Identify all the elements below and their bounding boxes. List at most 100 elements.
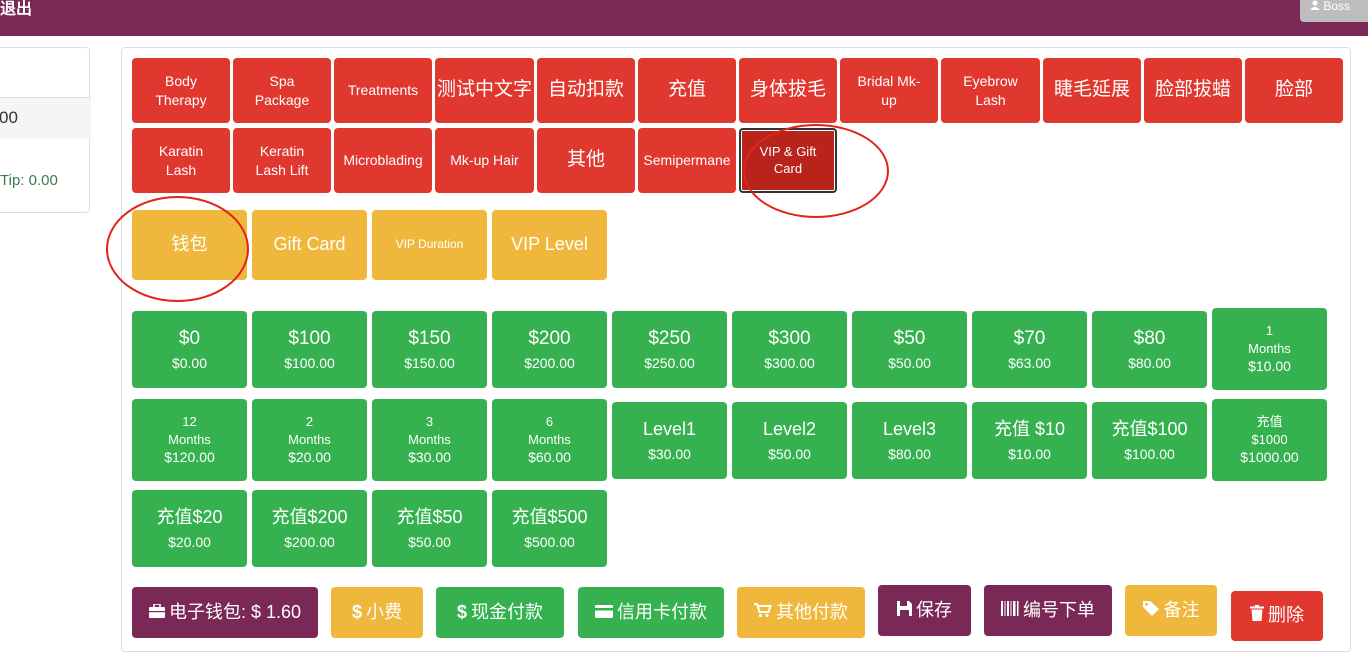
trash-icon [1250, 604, 1264, 627]
item-button[interactable]: $0 $0.00 [132, 311, 247, 388]
briefcase-icon [148, 601, 165, 624]
item-button[interactable]: $200 $200.00 [492, 311, 607, 388]
item-name: Level1 [642, 419, 697, 440]
tip-button[interactable]: $ 小费 [331, 587, 423, 638]
dollar-icon: $ [456, 601, 467, 622]
item-button[interactable]: 充值$200 $200.00 [252, 490, 367, 567]
item-name-line2: $1000 [1251, 431, 1288, 447]
wallet-balance-label: 电子钱包: $ 1.60 [168, 601, 302, 622]
item-name: $0 [178, 327, 201, 349]
item-name: 充值$50 [396, 507, 463, 528]
category-label: Treatments [347, 82, 419, 99]
item-price: $200.00 [284, 533, 335, 550]
item-price: $50.00 [768, 445, 811, 462]
category-button[interactable]: 脸部拔蜡 [1144, 58, 1242, 123]
save-label: 保存 [916, 599, 952, 620]
category-button[interactable]: 其他 [537, 128, 635, 193]
item-name: 充值$20 [156, 507, 223, 528]
item-button[interactable]: $50 $50.00 [852, 311, 967, 388]
top-bar: 退出 [0, 0, 1368, 36]
credit-card-icon [595, 601, 613, 624]
category-button[interactable]: Keratin Lash Lift [233, 128, 331, 193]
item-button[interactable]: $80 $80.00 [1092, 311, 1207, 388]
category-button[interactable]: Microblading [334, 128, 432, 193]
user-icon [1310, 0, 1320, 10]
item-price: $30.00 [648, 445, 691, 462]
item-name-line2: Months [168, 431, 211, 447]
category-button[interactable]: Karatin Lash [132, 128, 230, 193]
user-name: Boss [1323, 0, 1351, 13]
category-button[interactable]: Semipermane [638, 128, 736, 193]
item-button[interactable]: 2 Months $20.00 [252, 399, 367, 481]
category-label: 测试中文字 [436, 79, 532, 101]
item-button[interactable]: $70 $63.00 [972, 311, 1087, 388]
item-button[interactable]: Level3 $80.00 [852, 402, 967, 479]
category-button[interactable]: 自动扣款 [537, 58, 635, 123]
category-label: Keratin Lash Lift [255, 143, 309, 178]
item-name-line2: Months [288, 431, 331, 447]
credit-card-payment-button[interactable]: 信用卡付款 [578, 587, 724, 638]
category-label: Eyebrow Lash [963, 73, 1018, 108]
category-label: Bridal Mk-up [857, 73, 921, 108]
item-button[interactable]: 1 Months $10.00 [1212, 308, 1327, 390]
item-price: $300.00 [764, 355, 815, 372]
item-price: $50.00 [408, 533, 451, 550]
item-button[interactable]: 充值$20 $20.00 [132, 490, 247, 567]
item-button[interactable]: Level1 $30.00 [612, 402, 727, 479]
note-button[interactable]: 备注 [1125, 585, 1217, 636]
item-button[interactable]: 充值 $10 $10.00 [972, 402, 1087, 479]
item-name: $150 [408, 327, 451, 349]
category-button[interactable]: 充值 [638, 58, 736, 123]
category-button-selected[interactable]: VIP & Gift Card [739, 128, 837, 193]
other-payment-button[interactable]: 其他付款 [737, 587, 865, 638]
item-price: $200.00 [524, 355, 575, 372]
item-price: $100.00 [1124, 445, 1175, 462]
subcategory-button[interactable]: VIP Duration [372, 210, 487, 280]
item-button[interactable]: 6 Months $60.00 [492, 399, 607, 481]
category-button[interactable]: Spa Package [233, 58, 331, 123]
cash-payment-label: 现金付款 [471, 601, 543, 622]
subcategory-button[interactable]: VIP Level [492, 210, 607, 280]
subcategory-label: VIP Level [511, 234, 588, 255]
category-button[interactable]: Bridal Mk-up [840, 58, 938, 123]
item-button[interactable]: $150 $150.00 [372, 311, 487, 388]
user-menu[interactable]: Boss [1300, 0, 1368, 22]
category-button[interactable]: Eyebrow Lash [941, 58, 1040, 123]
category-button[interactable]: 测试中文字 [435, 58, 534, 123]
order-by-code-button[interactable]: 编号下单 [984, 585, 1112, 636]
category-button[interactable]: Treatments [334, 58, 432, 123]
item-button[interactable]: 12 Months $120.00 [132, 399, 247, 481]
credit-card-payment-label: 信用卡付款 [617, 601, 707, 622]
item-button[interactable]: 充值$50 $50.00 [372, 490, 487, 567]
item-button[interactable]: 充值$500 $500.00 [492, 490, 607, 567]
subcategory-label: Gift Card [273, 234, 346, 255]
item-button[interactable]: 充值 $1000 $1000.00 [1212, 399, 1327, 481]
subcategory-button[interactable]: 钱包 [132, 210, 247, 280]
category-label: Spa Package [254, 73, 310, 108]
item-button[interactable]: 3 Months $30.00 [372, 399, 487, 481]
subcategory-label: VIP Duration [395, 237, 464, 252]
item-name: $200 [528, 327, 571, 349]
category-button[interactable]: 身体拔毛 [739, 58, 837, 123]
delete-label: 删除 [1268, 605, 1304, 626]
item-name: $300 [768, 327, 811, 349]
item-button[interactable]: $300 $300.00 [732, 311, 847, 388]
delete-button[interactable]: 删除 [1231, 591, 1323, 641]
item-name: $80 [1133, 327, 1166, 349]
save-button[interactable]: 保存 [878, 585, 971, 636]
item-button[interactable]: $250 $250.00 [612, 311, 727, 388]
category-button[interactable]: Body Therapy [132, 58, 230, 123]
category-button[interactable]: 脸部 [1245, 58, 1343, 123]
wallet-balance-button[interactable]: 电子钱包: $ 1.60 [132, 587, 318, 638]
cash-payment-button[interactable]: $ 现金付款 [436, 587, 564, 638]
category-button[interactable]: 睫毛延展 [1043, 58, 1141, 123]
item-button[interactable]: $100 $100.00 [252, 311, 367, 388]
category-button[interactable]: Mk-up Hair [435, 128, 534, 193]
item-price: $150.00 [404, 355, 455, 372]
item-button[interactable]: Level2 $50.00 [732, 402, 847, 479]
exit-link[interactable]: 退出 [0, 0, 32, 20]
subcategory-button[interactable]: Gift Card [252, 210, 367, 280]
item-button[interactable]: 充值$100 $100.00 [1092, 402, 1207, 479]
item-name: 1 [1265, 323, 1274, 339]
category-label: Body Therapy [155, 73, 207, 108]
